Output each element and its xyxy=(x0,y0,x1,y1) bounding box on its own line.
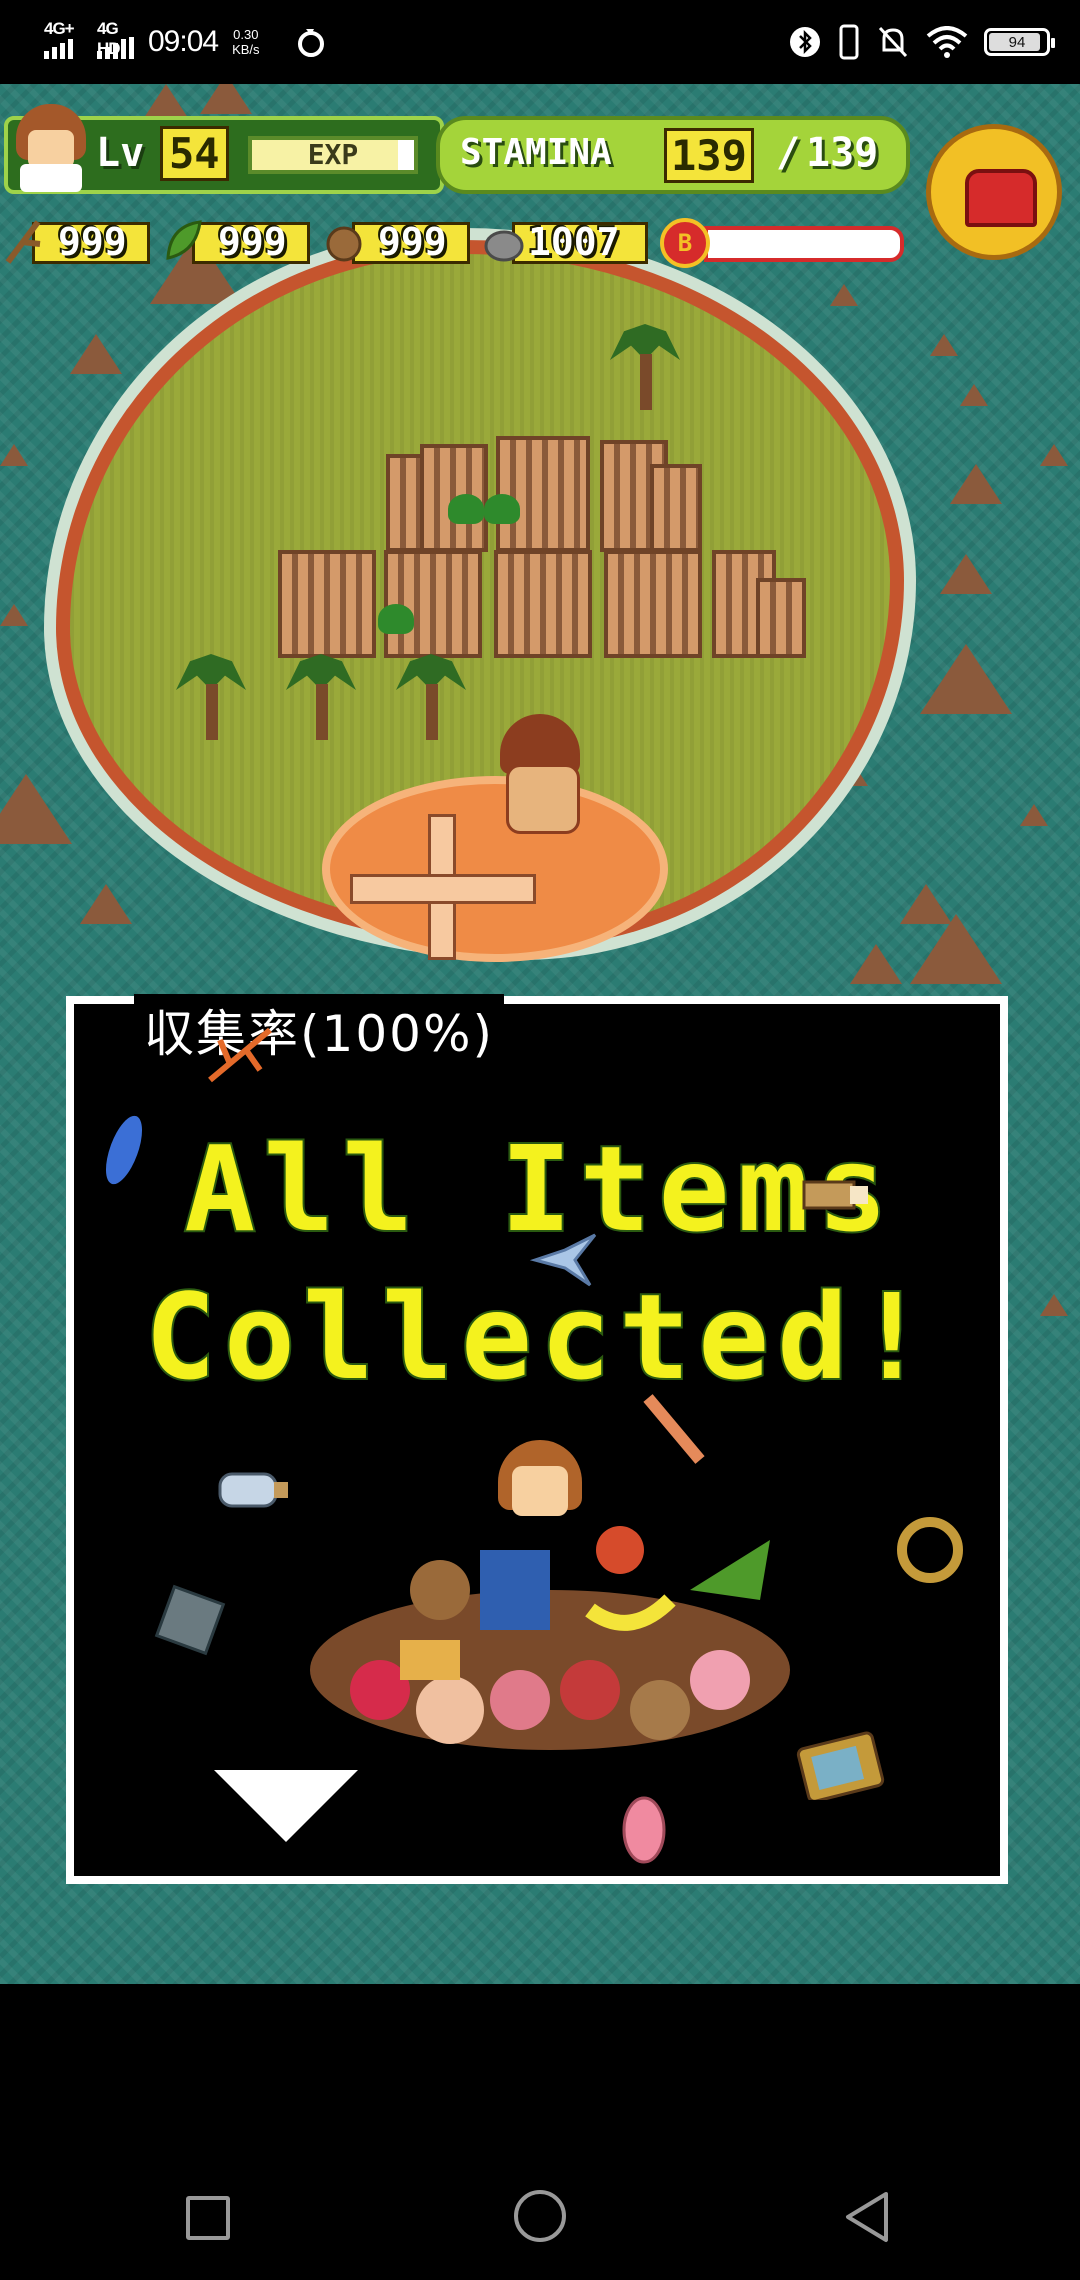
bluetooth-icon xyxy=(790,27,820,57)
signal-strength-icon: 4G+ xyxy=(44,19,75,59)
building xyxy=(650,464,702,552)
resource-value: 999 xyxy=(58,220,127,264)
boost-gauge: B xyxy=(660,218,910,268)
collection-rate: 収集率(100%) xyxy=(134,994,504,1066)
cloth-icon xyxy=(154,1584,226,1656)
crashed-plane xyxy=(350,814,536,960)
resource-value: 1007 xyxy=(528,220,620,264)
battery-icon: 94 xyxy=(984,28,1055,56)
exp-label: EXP xyxy=(307,138,359,171)
bird-icon xyxy=(530,1233,597,1287)
palm-tree xyxy=(286,654,356,744)
resource-value: 999 xyxy=(218,220,287,264)
coconut-icon xyxy=(326,226,362,262)
palm-tree xyxy=(396,654,466,744)
shell-icon xyxy=(622,1796,666,1864)
network-speed-unit: KB/s xyxy=(232,42,260,57)
leaf-icon xyxy=(166,220,202,260)
level-label: Lv xyxy=(96,130,145,176)
brush-icon xyxy=(802,1180,868,1210)
level-value: 54 xyxy=(160,126,229,181)
feather-icon xyxy=(105,1115,143,1185)
stamina-max: 139 xyxy=(806,130,879,176)
resource-value: 999 xyxy=(378,220,447,264)
building xyxy=(278,550,376,658)
network-speed: 0.30 KB/s xyxy=(232,27,259,57)
home-button[interactable] xyxy=(514,2190,566,2242)
building xyxy=(494,550,592,658)
building xyxy=(604,550,702,658)
palm-tree xyxy=(176,654,246,744)
palm-tree xyxy=(610,324,680,414)
player-character xyxy=(490,714,590,834)
sync-icon xyxy=(297,29,324,57)
mute-bell-icon xyxy=(878,26,908,58)
status-bar: 4G+ 4G HD 09:04 0.30 KB/s 94 xyxy=(0,0,1080,84)
fish-bone-icon xyxy=(208,1027,272,1083)
clock: 09:04 xyxy=(148,25,219,58)
ring-icon xyxy=(897,1517,963,1583)
building xyxy=(496,436,590,552)
resource-branch: 999 xyxy=(4,218,154,266)
player-avatar-icon[interactable] xyxy=(10,104,92,196)
boost-gauge-track xyxy=(704,226,904,262)
phone-vibrate-icon xyxy=(839,24,859,60)
recents-button[interactable] xyxy=(186,2196,230,2240)
network-type-2: 4G HD xyxy=(97,19,121,58)
network-type-1: 4G+ xyxy=(44,19,75,38)
signal-strength-2-icon: 4G HD xyxy=(97,19,134,59)
stamina-separator: / xyxy=(776,130,801,176)
resource-leaf: 999 xyxy=(164,218,314,266)
stamina-current: 139 xyxy=(664,128,754,183)
treasure-chest-button[interactable] xyxy=(926,124,1062,260)
boost-coin-icon: B xyxy=(660,218,710,268)
down-triangle-icon[interactable] xyxy=(214,1770,358,1842)
wifi-icon xyxy=(926,26,968,58)
treasure-chest-icon xyxy=(965,169,1037,227)
stamina-label: STAMINA xyxy=(460,132,612,173)
resource-coconut: 999 xyxy=(324,218,474,266)
resource-stone: 1007 xyxy=(484,218,654,266)
back-button[interactable] xyxy=(842,2190,892,2244)
bottle-icon xyxy=(218,1472,288,1508)
network-speed-value: 0.30 xyxy=(233,27,259,42)
branch-icon xyxy=(5,220,41,264)
character-portrait xyxy=(490,1440,590,1580)
stone-icon xyxy=(484,230,524,262)
building xyxy=(756,578,806,658)
battery-level: 94 xyxy=(1008,33,1026,51)
